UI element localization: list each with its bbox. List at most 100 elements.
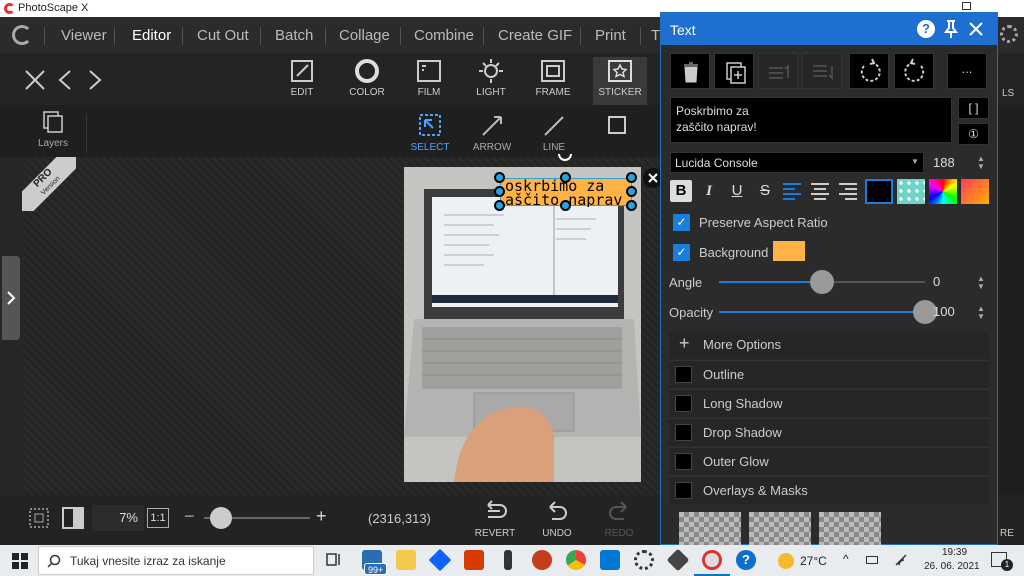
resize-handle[interactable] (494, 200, 505, 211)
dropbox-icon[interactable] (428, 548, 452, 572)
font-size-spinner-icon[interactable]: ▲ ▼ (977, 155, 985, 171)
gradient-swatch[interactable] (961, 179, 989, 204)
powerpoint-icon[interactable] (532, 550, 552, 570)
tool-film[interactable]: FILM (404, 57, 454, 98)
help-icon[interactable]: ? (917, 20, 935, 38)
rectangle-tool[interactable] (591, 113, 641, 142)
opacity-spinner-icon[interactable]: ▲ ▼ (977, 305, 985, 321)
menu-viewer[interactable]: Viewer (61, 27, 107, 44)
menu-combine[interactable]: Combine (414, 27, 474, 44)
text-box-button[interactable]: [ ] (958, 97, 989, 119)
tool-edit[interactable]: EDIT (277, 57, 327, 98)
weather-temp[interactable]: 27°C (800, 554, 827, 568)
menu-batch[interactable]: Batch (275, 27, 313, 44)
vscode-icon[interactable] (600, 550, 620, 570)
duplicate-button[interactable] (714, 53, 754, 89)
chrome-icon[interactable] (566, 550, 586, 570)
settings-icon[interactable] (634, 550, 654, 570)
rotate-handle-icon[interactable] (556, 150, 574, 164)
tool-color[interactable]: COLOR (342, 57, 392, 98)
office-icon[interactable] (464, 550, 484, 570)
menu-collage[interactable]: Collage (339, 27, 390, 44)
option-row-long-shadow[interactable]: Long Shadow (669, 389, 989, 417)
undo-button[interactable]: UNDO (532, 499, 582, 539)
more-options-row[interactable]: + More Options (669, 331, 989, 359)
overlays-masks-checkbox[interactable] (675, 482, 692, 499)
preset-thumbnail[interactable] (749, 512, 811, 545)
help-app-icon[interactable]: ? (736, 550, 756, 570)
rotate-right-button[interactable] (894, 53, 934, 89)
resize-handle[interactable] (626, 200, 637, 211)
layers-button[interactable]: Layers (28, 109, 78, 149)
outline-checkbox[interactable] (675, 366, 692, 383)
font-select[interactable]: Lucida Console ▼ (670, 152, 924, 173)
send-backward-button[interactable] (802, 53, 842, 89)
underline-button[interactable]: U (726, 180, 748, 202)
bold-button[interactable]: B (670, 180, 692, 202)
preset-thumbnail[interactable] (679, 512, 741, 545)
background-checkbox[interactable]: ✓ (673, 244, 690, 261)
rotate-left-button[interactable] (849, 53, 889, 89)
angle-spinner-icon[interactable]: ▲ ▼ (977, 275, 985, 291)
network-icon[interactable] (894, 553, 908, 567)
settings-gear-icon[interactable] (1000, 25, 1018, 43)
file-explorer-icon[interactable] (396, 550, 416, 570)
zoom-value[interactable]: 7% (92, 505, 144, 531)
resize-handle[interactable] (494, 186, 505, 197)
menu-cut-out[interactable]: Cut Out (197, 27, 249, 44)
menu-more[interactable]: T (651, 27, 660, 44)
long-shadow-checkbox[interactable] (675, 395, 692, 412)
task-view-icon[interactable] (326, 552, 342, 568)
photo-layer[interactable] (404, 167, 641, 482)
side-drawer-toggle[interactable] (2, 256, 20, 340)
clock-date[interactable]: 26. 06. 2021 (924, 561, 980, 572)
text-content-field[interactable]: Poskrbimo za zaščito naprav! (670, 97, 952, 143)
opacity-value[interactable]: 100 (933, 304, 955, 319)
compare-icon[interactable] (62, 507, 84, 529)
strikethrough-button[interactable]: S (754, 180, 776, 202)
align-left-icon[interactable] (781, 181, 803, 201)
preserve-aspect-checkbox[interactable]: ✓ (673, 214, 690, 231)
angle-slider-knob[interactable] (810, 270, 834, 294)
redo-button[interactable]: REDO (594, 499, 644, 539)
zoom-out-icon[interactable]: − (184, 506, 195, 527)
bring-forward-button[interactable] (758, 53, 798, 89)
texture-swatch[interactable] (897, 179, 925, 204)
arrow-tool[interactable]: ARROW (467, 113, 517, 153)
close-panel-icon[interactable] (968, 21, 984, 37)
actual-size-button[interactable]: 1:1 (147, 508, 169, 528)
fit-select-icon[interactable] (28, 507, 50, 529)
taskbar-search-box[interactable]: Tukaj vnesite izraz za iskanje (38, 546, 314, 575)
delete-button[interactable] (670, 53, 710, 89)
tool-sticker[interactable]: STICKER (593, 57, 647, 105)
tray-chevron-up-icon[interactable]: ^ (843, 552, 849, 566)
option-row-drop-shadow[interactable]: Drop Shadow (669, 418, 989, 446)
line-tool[interactable]: LINE (529, 113, 579, 153)
resize-handle[interactable] (494, 172, 505, 183)
app-menu-icon[interactable] (12, 25, 32, 45)
menu-editor[interactable]: Editor (132, 27, 171, 44)
spectrum-swatch[interactable] (929, 179, 957, 204)
align-right-icon[interactable] (837, 181, 859, 201)
more-button[interactable]: ... (947, 53, 987, 89)
resize-handle[interactable] (560, 172, 571, 183)
zoom-in-icon[interactable]: + (316, 506, 327, 527)
preset-thumbnail[interactable] (819, 512, 881, 545)
resize-handle[interactable] (626, 172, 637, 183)
restore-window-icon[interactable] (962, 2, 971, 10)
angle-value[interactable]: 0 (933, 274, 940, 289)
tool-light[interactable]: LIGHT (466, 57, 516, 98)
background-color-swatch[interactable] (773, 241, 805, 261)
text-color-swatch[interactable] (865, 179, 893, 204)
menu-create-gif[interactable]: Create GIF (498, 27, 572, 44)
revert-button[interactable]: REVERT (470, 499, 520, 539)
resize-handle[interactable] (560, 200, 571, 211)
drop-shadow-checkbox[interactable] (675, 424, 692, 441)
windows-start-icon[interactable] (12, 553, 28, 569)
italic-button[interactable]: I (698, 180, 720, 202)
option-row-outline[interactable]: Outline (669, 360, 989, 388)
align-center-icon[interactable] (809, 181, 831, 201)
battery-icon[interactable] (866, 556, 878, 564)
select-tool[interactable]: SELECT (405, 113, 455, 153)
inkscape-icon[interactable] (666, 548, 690, 572)
